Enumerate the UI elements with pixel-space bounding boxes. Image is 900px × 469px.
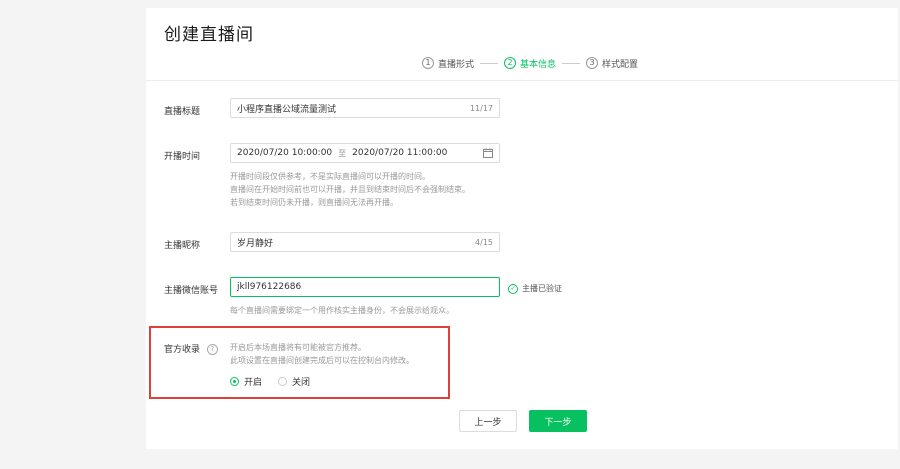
wechat-label: 主播微信账号 — [164, 286, 219, 296]
live-title-count: 11/17 — [469, 103, 493, 113]
step-2-label: 基本信息 — [520, 59, 557, 70]
radio-enable-label: 开启 — [244, 378, 263, 388]
official-radio-group: 开启 关闭 — [230, 375, 326, 388]
wechat-hint: 每个直播间需要绑定一个用作核实主播身份，不会展示给观众。 — [230, 306, 454, 315]
step-2: 2 基本信息 — [504, 57, 556, 70]
official-hint-line: 开启后本场直播将有可能被官方推荐。 — [230, 343, 366, 352]
live-title-input[interactable]: 小程序直播公域流量测试 11/17 — [230, 98, 500, 118]
step-1-number: 1 — [422, 57, 434, 69]
radio-enable[interactable]: 开启 — [230, 375, 262, 388]
anchor-label: 主播昵称 — [164, 241, 201, 251]
live-title-value: 小程序直播公域流量测试 — [237, 104, 337, 115]
time-start-value: 2020/07/20 10:00:00 — [237, 148, 333, 158]
step-connector — [480, 62, 499, 64]
wechat-account-input[interactable]: jkll976122686 — [230, 277, 500, 297]
calendar-icon[interactable] — [483, 148, 493, 158]
time-hint-line: 直播间在开始时间前也可以开播，并且到结束时间后不会强制结束。 — [230, 185, 470, 194]
title-label: 直播标题 — [164, 107, 201, 117]
time-hint-line: 开播时间段仅供参考，不是实际直播间可以开播的时间。 — [230, 172, 430, 181]
time-range-picker[interactable]: 2020/07/20 10:00:00 至 2020/07/20 11:00:0… — [230, 143, 500, 163]
next-step-button[interactable]: 下一步 — [529, 410, 587, 432]
page-title: 创建直播间 — [164, 25, 254, 45]
time-label: 开播时间 — [164, 152, 201, 162]
wechat-account-value: jkll976122686 — [237, 282, 302, 292]
step-1-label: 直播形式 — [438, 59, 475, 70]
header-divider — [146, 80, 898, 81]
official-label-text: 官方收录 — [164, 345, 201, 355]
time-hint: 开播时间段仅供参考，不是实际直播间可以开播的时间。 直播间在开始时间前也可以开播… — [230, 170, 470, 209]
radio-checked-icon — [230, 377, 239, 386]
time-hint-line: 若到结束时间仍未开播，则直播间无法再开播。 — [230, 198, 398, 207]
step-connector — [562, 62, 581, 64]
official-label: 官方收录 ? — [164, 342, 218, 355]
time-range-separator: 至 — [338, 148, 347, 158]
anchor-nickname-count: 4/15 — [475, 237, 493, 247]
official-hint: 开启后本场直播将有可能被官方推荐。 此项设置在直播间创建完成后可以在控制台内修改… — [230, 341, 414, 367]
anchor-nickname-input[interactable]: 岁月静好 4/15 — [230, 232, 500, 252]
step-indicator: 1 直播形式 2 基本信息 3 样式配置 — [422, 55, 638, 71]
step-3-label: 样式配置 — [602, 59, 639, 70]
step-1: 1 直播形式 — [422, 57, 474, 70]
check-circle-icon: ✓ — [508, 283, 518, 294]
official-hint-line: 此项设置在直播间创建完成后可以在控制台内修改。 — [230, 356, 414, 365]
question-icon[interactable]: ? — [206, 344, 218, 355]
radio-unchecked-icon — [278, 377, 288, 386]
verified-text: 主播已验证 — [522, 284, 562, 293]
step-3-number: 3 — [586, 57, 599, 69]
verified-status: ✓ 主播已验证 — [508, 283, 562, 294]
radio-disable[interactable]: 关闭 — [278, 375, 310, 388]
step-2-number: 2 — [504, 57, 517, 69]
create-live-card: 创建直播间 1 直播形式 2 基本信息 3 样式配置 直播标题 小程序直播公域流… — [146, 8, 898, 449]
anchor-nickname-value: 岁月静好 — [237, 238, 274, 249]
radio-disable-label: 关闭 — [292, 378, 311, 388]
prev-step-button[interactable]: 上一步 — [459, 410, 517, 432]
step-3: 3 样式配置 — [586, 57, 638, 70]
time-end-value: 2020/07/20 11:00:00 — [352, 148, 448, 158]
